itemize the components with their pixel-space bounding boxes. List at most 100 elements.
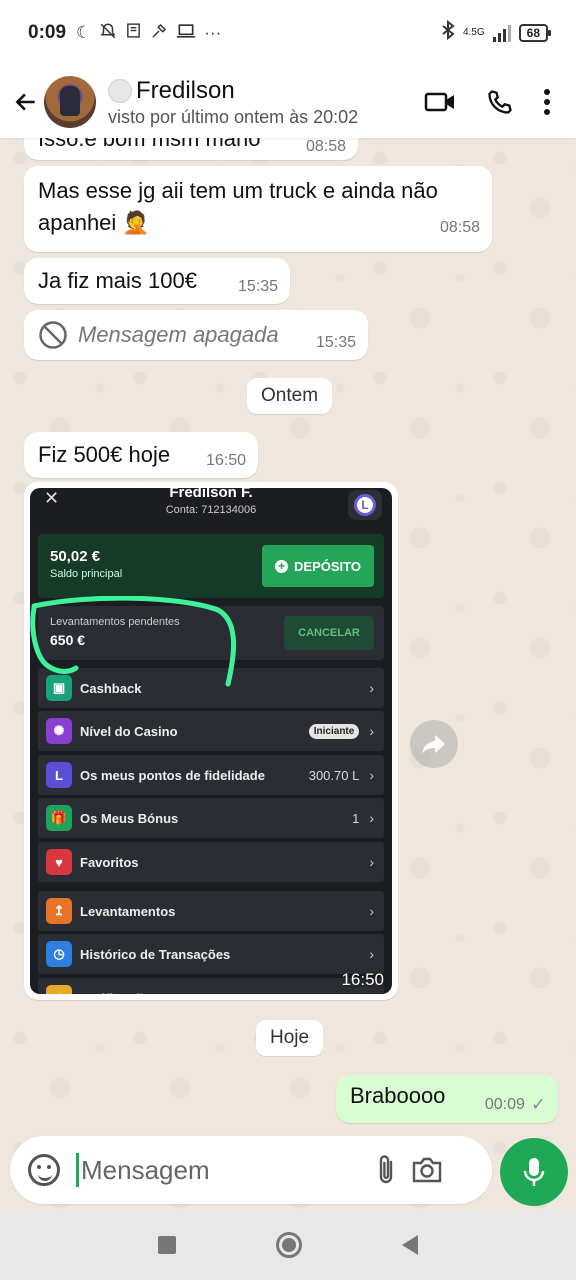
message-text: Braboooo [350,1083,446,1108]
account-number: Conta: 712134006 [165,504,257,516]
pending-withdrawals-card: Levantamentos pendentes 650 € CANCELAR [38,606,384,660]
menu-row-icon: ✺ [46,718,72,744]
avatar[interactable] [44,76,96,128]
account-menu-row: ◆ Notificações › [38,978,384,994]
plus-icon: + [275,559,289,573]
contact-name-text: Fredilson [136,76,235,104]
menu-row-label: Nível do Casino [80,723,178,739]
balance-card: 50,02 € Saldo principal + DEPÓSITO [38,534,384,598]
chevron-right-icon: › [369,946,374,962]
news-icon [125,22,142,44]
message-time: 08:58 [305,138,346,155]
account-menu-row: L Os meus pontos de fidelidade 300.70 L › [38,755,384,795]
loyalty-badge-icon: L [348,490,382,520]
account-menu-row: ↥ Levantamentos › [38,891,384,931]
signal-icon [492,24,511,42]
contact-info[interactable]: Fredilson visto por último ontem às 20:0… [108,77,358,128]
casino-account-screenshot: ✕ Fredilson F. Conta: 712134006 L 50,02 … [30,488,392,994]
account-header: ✕ Fredilson F. Conta: 712134006 L [30,488,392,530]
chevron-right-icon: › [369,723,374,739]
balance-label: Saldo principal [50,568,123,580]
menu-row-label: Cashback [80,680,142,696]
forward-icon[interactable] [410,720,458,768]
menu-row-value: 300.70 L [308,767,360,783]
message-time: 08:58 [439,219,480,236]
account-menu-row: ◷ Histórico de Transações › [38,934,384,974]
laptop-icon [176,23,196,44]
deleted-message-text: Mensagem apagada [78,322,279,347]
video-call-icon[interactable] [424,90,456,114]
chevron-right-icon: › [369,854,374,870]
bluetooth-icon [441,19,455,46]
microphone-icon [522,1156,546,1188]
last-seen: visto por último ontem às 20:02 [108,106,359,127]
account-menu-row: ♥ Favoritos › [38,842,384,882]
status-bar: 0:09 ☾ ··· 4.5G 68 [0,0,576,66]
menu-row-icon: ♥ [46,849,72,875]
contact-name: Fredilson [108,77,358,105]
menu-row-label: Histórico de Transações [80,946,231,962]
menu-row-label: Os meus pontos de fidelidade [80,767,265,783]
system-nav-bar [0,1210,576,1280]
recent-apps-icon[interactable] [158,1236,176,1254]
camera-icon[interactable] [411,1156,443,1184]
text-cursor [76,1153,79,1187]
nav-back-icon[interactable] [402,1235,418,1255]
date-separator: Ontem [247,378,333,414]
account-name: Fredilson F. [169,488,253,501]
menu-row-label: Levantamentos [80,903,176,919]
battery-indicator: 68 [518,24,552,42]
menu-row-icon: L [46,762,72,788]
emoji-sticker-icon[interactable] [28,1154,60,1186]
sent-check-icon: ✓ [530,1094,546,1114]
menu-row-value: 1 [352,810,360,826]
chevron-right-icon: › [369,903,374,919]
account-menu-row: ✺ Nível do Casino Iniciante › [38,711,384,751]
outgoing-message[interactable]: Braboooo 00:09 ✓ [336,1075,558,1123]
chevron-right-icon: › [369,767,374,783]
message-time: 16:50 [205,452,246,469]
menu-row-icon: ▣ [46,675,72,701]
network-type: 4.5G [462,27,485,38]
menu-row-icon: ◆ [46,985,72,994]
back-arrow-icon[interactable] [12,88,40,116]
attach-icon[interactable] [375,1154,397,1186]
tools-icon [150,22,168,45]
message-time: 00:09 [484,1095,525,1113]
chevron-right-icon: › [369,990,374,994]
incoming-message[interactable]: Mas esse jg aii tem um truck e ainda não… [24,166,492,252]
message-composer [10,1136,492,1204]
blocked-icon [38,320,68,350]
account-menu-row: ▣ Cashback › [38,668,384,708]
menu-row-icon: ◷ [46,941,72,967]
message-text: Mas esse jg aii tem um truck e ainda não… [38,178,438,235]
more-notifications-icon: ··· [204,23,222,42]
menu-row-label: Notificações [80,991,157,995]
bell-off-icon [99,22,117,45]
menu-row-label: Favoritos [80,854,139,870]
incoming-message[interactable]: Fiz 500€ hoje 16:50 [24,432,258,478]
chevron-right-icon: › [369,680,374,696]
phone-call-icon[interactable] [486,88,514,116]
moon-icon: ☾ [76,23,92,42]
message-input[interactable] [81,1154,361,1186]
pending-label: Levantamentos pendentes [50,616,180,628]
deposit-label: DEPÓSITO [294,558,361,574]
more-options-icon[interactable] [544,89,550,115]
image-message[interactable]: ✕ Fredilson F. Conta: 712134006 L 50,02 … [24,482,398,1000]
deleted-message[interactable]: Mensagem apagada 15:35 [24,310,368,360]
message-text: Ja fiz mais 100€ [38,268,197,293]
menu-row-icon: ↥ [46,898,72,924]
menu-row-label: Os Meus Bónus [80,810,179,826]
message-time: 15:35 [237,278,278,295]
menu-row-value: Iniciante [308,723,360,739]
white-circle-emoji [108,78,132,103]
home-icon[interactable] [276,1232,302,1258]
incoming-message[interactable]: Ja fiz mais 100€ 15:35 [24,258,290,304]
pending-value: 650 € [50,632,86,648]
message-time: 15:35 [315,334,356,351]
microphone-button[interactable] [500,1138,568,1206]
cancel-button: CANCELAR [284,616,374,650]
chat-header: Fredilson visto por último ontem às 20:0… [0,66,576,138]
account-menu-row: 🎁 Os Meus Bónus 1 › [38,798,384,838]
